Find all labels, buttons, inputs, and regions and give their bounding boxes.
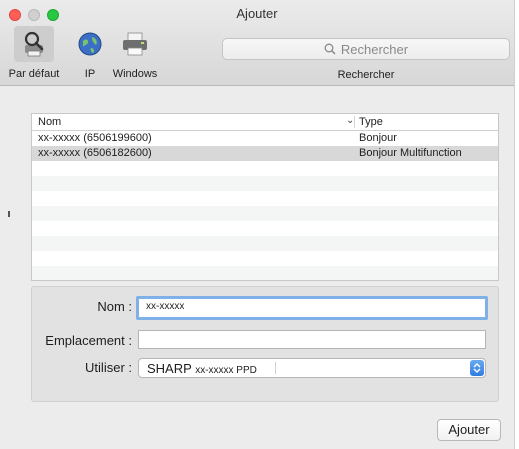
driver-brand: SHARP xyxy=(147,361,192,376)
add-printer-window: Ajouter Par défaut IP Windows Rechercher… xyxy=(0,0,515,449)
printer-list[interactable]: Nom ⌄ Type xx-xxxxx (6506199600) Bonjour… xyxy=(31,113,499,281)
windows-printer-icon xyxy=(115,26,155,62)
location-label: Emplacement : xyxy=(45,333,132,348)
edge-marker xyxy=(8,211,10,217)
tab-ip-label: IP xyxy=(84,68,96,80)
empty-row xyxy=(32,221,498,236)
tab-ip[interactable]: IP xyxy=(70,26,110,82)
list-body: xx-xxxxx (6506199600) Bonjour xx-xxxxx (… xyxy=(32,131,498,280)
empty-row xyxy=(32,236,498,251)
search-placeholder: Rechercher xyxy=(340,41,409,57)
row-type: Bonjour xyxy=(359,132,397,144)
row-type: Bonjour Multifunction xyxy=(359,147,462,159)
table-row-selected[interactable]: xx-xxxxx (6506182600) Bonjour Multifunct… xyxy=(32,146,498,161)
location-field[interactable] xyxy=(138,330,486,349)
empty-row xyxy=(32,266,498,280)
empty-row xyxy=(32,206,498,221)
empty-row xyxy=(32,251,498,266)
globe-icon xyxy=(70,26,110,62)
row-name: xx-xxxxx (6506182600) xyxy=(38,147,152,159)
empty-row xyxy=(32,191,498,206)
name-value: xx-xxxxx xyxy=(146,301,185,312)
sort-chevron-icon: ⌄ xyxy=(346,115,355,126)
name-field[interactable]: xx-xxxxx xyxy=(136,296,488,320)
name-label: Nom : xyxy=(97,299,132,314)
title-toolbar: Ajouter Par défaut IP Windows Rechercher… xyxy=(0,0,514,86)
empty-row xyxy=(32,176,498,191)
list-header: Nom ⌄ Type xyxy=(32,114,498,131)
empty-row xyxy=(32,161,498,176)
tab-default-label: Par défaut xyxy=(8,68,60,80)
column-name-header[interactable]: Nom xyxy=(38,116,61,128)
tab-windows[interactable]: Windows xyxy=(108,26,162,82)
search-label: Rechercher xyxy=(337,69,395,81)
tab-windows-label: Windows xyxy=(112,68,158,80)
select-divider xyxy=(275,362,276,374)
column-type-header[interactable]: Type xyxy=(359,116,383,128)
table-row[interactable]: xx-xxxxx (6506199600) Bonjour xyxy=(32,131,498,146)
tab-default[interactable]: Par défaut xyxy=(2,26,66,82)
window-title: Ajouter xyxy=(236,6,278,21)
driver-select[interactable]: SHARP xx-xxxxx PPD xyxy=(138,358,486,378)
search-icon xyxy=(324,43,336,55)
chevron-updown-icon[interactable] xyxy=(470,360,484,376)
driver-model: xx-xxxxx PPD xyxy=(195,365,257,376)
printer-details-panel: Nom : xx-xxxxx Emplacement : Utiliser : … xyxy=(31,286,499,402)
add-button[interactable]: Ajouter xyxy=(437,419,501,441)
use-label: Utiliser : xyxy=(85,360,132,375)
search-field[interactable]: Rechercher xyxy=(222,38,510,60)
row-name: xx-xxxxx (6506199600) xyxy=(38,132,152,144)
default-printer-icon xyxy=(14,26,54,62)
